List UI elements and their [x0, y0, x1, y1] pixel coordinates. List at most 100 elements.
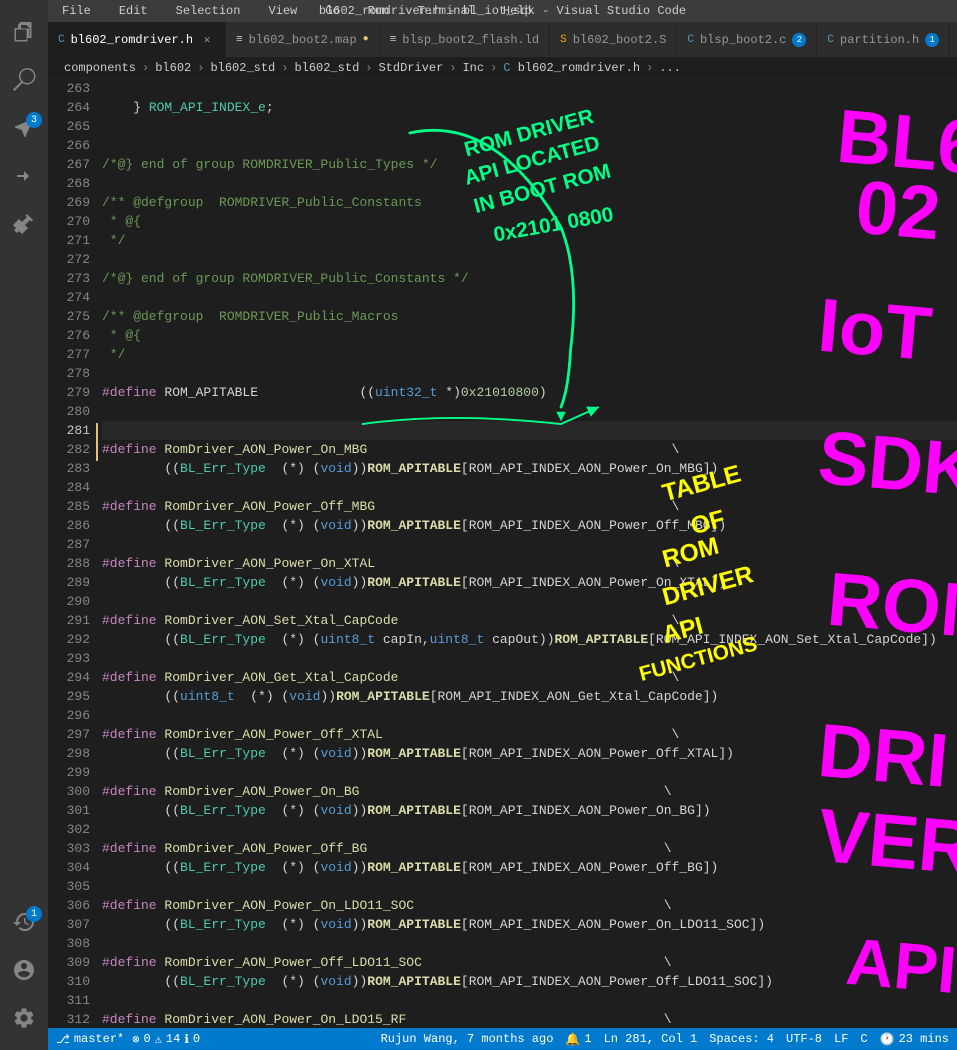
breadcrumb: components › bl602 › bl602_std › bl602_s… [48, 57, 957, 79]
tab-badge-6: 1 [925, 33, 939, 47]
cl-288: #define RomDriver_AON_Power_On_XTAL \ [102, 554, 957, 573]
tab-bar: C bl602_romdriver.h ✕ ≡ bl602_boot2.map … [48, 22, 957, 57]
activity-run[interactable] [0, 152, 48, 200]
cl-269: /** @defgroup ROMDRIVER_Public_Constants [102, 193, 957, 212]
menu-bar: File Edit Selection View Go Run Terminal… [56, 2, 538, 20]
remote-badge: 1 [26, 906, 42, 922]
cl-267: /*@} end of group ROMDRIVER_Public_Types… [102, 155, 957, 174]
cl-266 [102, 136, 957, 155]
ln-267: 267 [48, 155, 90, 174]
cl-277: */ [102, 345, 957, 364]
status-time[interactable]: 🕐 23 mins [880, 1032, 949, 1047]
menu-edit[interactable]: Edit [113, 2, 154, 20]
cl-311 [102, 991, 957, 1010]
tab-badge-5: 2 [792, 33, 806, 47]
cl-303: #define RomDriver_AON_Power_Off_BG \ [102, 839, 957, 858]
ln-287: 287 [48, 535, 90, 554]
activity-explorer[interactable] [0, 8, 48, 56]
status-language[interactable]: C [860, 1032, 867, 1046]
warning-count: 14 [166, 1032, 180, 1046]
ln-307: 307 [48, 915, 90, 934]
ln-311: 311 [48, 991, 90, 1010]
ln-310: 310 [48, 972, 90, 991]
bc-stddriver[interactable]: StdDriver [378, 61, 443, 75]
cl-276: * @{ [102, 326, 957, 345]
ln-302: 302 [48, 820, 90, 839]
menu-view[interactable]: View [262, 2, 303, 20]
ln-300: 300 [48, 782, 90, 801]
tab-label-3: blsp_boot2_flash.ld [402, 33, 539, 47]
cl-282: #define RomDriver_AON_Power_On_MBG \ [102, 440, 957, 459]
cl-280 [102, 402, 957, 421]
cl-264: } ROM_API_INDEX_e; [102, 98, 957, 117]
menu-help[interactable]: Help [497, 2, 538, 20]
status-spaces[interactable]: Spaces: 4 [709, 1032, 774, 1046]
activity-accounts[interactable] [0, 946, 48, 994]
status-notification[interactable]: 🔔 1 [565, 1032, 591, 1047]
tab-bl602-boot2-map[interactable]: ≡ bl602_boot2.map ● [226, 22, 380, 57]
menu-run[interactable]: Run [362, 2, 396, 20]
cl-299 [102, 763, 957, 782]
bc-file[interactable]: C bl602_romdriver.h [503, 61, 640, 75]
menu-terminal[interactable]: Terminal [411, 2, 481, 20]
tab-blsp-boot2-flash[interactable]: ≡ blsp_boot2_flash.ld [380, 22, 550, 57]
activity-source-control[interactable]: 3 [0, 104, 48, 152]
clock-icon: 🕐 [880, 1032, 895, 1047]
ln-306: 306 [48, 896, 90, 915]
cl-272 [102, 250, 957, 269]
editor[interactable]: 263 264 265 266 267 268 269 270 271 272 … [48, 79, 957, 1028]
eol-text: LF [834, 1032, 848, 1046]
status-errors[interactable]: ⊗ 0 ⚠ 14 ℹ 0 [132, 1032, 200, 1047]
menu-selection[interactable]: Selection [170, 2, 247, 20]
bc-bl602-std-2[interactable]: bl602_std [294, 61, 359, 75]
cl-295: ((uint8_t (*) (void))ROM_APITABLE[ROM_AP… [102, 687, 957, 706]
ln-293: 293 [48, 649, 90, 668]
cl-279: #define ROM_APITABLE ((uint32_t *)0x2101… [102, 383, 957, 402]
cl-287 [102, 535, 957, 554]
cl-301: ((BL_Err_Type (*) (void))ROM_APITABLE[RO… [102, 801, 957, 820]
tab-bl602-boot2-s[interactable]: S bl602_boot2.S [550, 22, 677, 57]
ln-304: 304 [48, 858, 90, 877]
tab-bl602-romdriver[interactable]: C bl602_romdriver.h ✕ [48, 22, 226, 57]
ln-295: 295 [48, 687, 90, 706]
cl-304: ((BL_Err_Type (*) (void))ROM_APITABLE[RO… [102, 858, 957, 877]
tab-label-1: bl602_romdriver.h [71, 33, 193, 47]
bc-bl602[interactable]: bl602 [155, 61, 191, 75]
menu-go[interactable]: Go [319, 2, 345, 20]
status-position[interactable]: Ln 281, Col 1 [604, 1032, 698, 1046]
activity-extensions[interactable] [0, 200, 48, 248]
tab-close-1[interactable]: ✕ [199, 32, 215, 48]
ln-278: 278 [48, 364, 90, 383]
status-author[interactable]: Rujun Wang, 7 months ago [381, 1032, 554, 1046]
activity-settings[interactable] [0, 994, 48, 1042]
cl-308 [102, 934, 957, 953]
status-eol[interactable]: LF [834, 1032, 848, 1046]
bc-more[interactable]: ... [659, 61, 681, 75]
ln-291: 291 [48, 611, 90, 630]
menu-file[interactable]: File [56, 2, 97, 20]
ln-290: 290 [48, 592, 90, 611]
ln-280: 280 [48, 402, 90, 421]
cl-292: ((BL_Err_Type (*) (uint8_t capIn,uint8_t… [102, 630, 957, 649]
bc-bl602-std-1[interactable]: bl602_std [210, 61, 275, 75]
ln-305: 305 [48, 877, 90, 896]
tab-partition-h[interactable]: C partition.h 1 [817, 22, 950, 57]
status-encoding[interactable]: UTF-8 [786, 1032, 822, 1046]
error-icon: ⊗ [132, 1032, 139, 1047]
activity-search[interactable] [0, 56, 48, 104]
cl-271: */ [102, 231, 957, 250]
ln-284: 284 [48, 478, 90, 497]
status-branch[interactable]: ⎇ master* [56, 1032, 124, 1047]
code-content[interactable]: } ROM_API_INDEX_e; /*@} end of group ROM… [98, 79, 957, 1028]
ln-285: 285 [48, 497, 90, 516]
ln-283: 283 [48, 459, 90, 478]
activity-remote[interactable]: 1 [0, 898, 48, 946]
tab-blsp-boot2-c[interactable]: C blsp_boot2.c 2 [677, 22, 817, 57]
cl-286: ((BL_Err_Type (*) (void))ROM_APITABLE[RO… [102, 516, 957, 535]
ln-277: 277 [48, 345, 90, 364]
bc-components[interactable]: components [64, 61, 136, 75]
cl-305 [102, 877, 957, 896]
ln-270: 270 [48, 212, 90, 231]
bc-inc[interactable]: Inc [462, 61, 484, 75]
language-text: C [860, 1032, 867, 1046]
